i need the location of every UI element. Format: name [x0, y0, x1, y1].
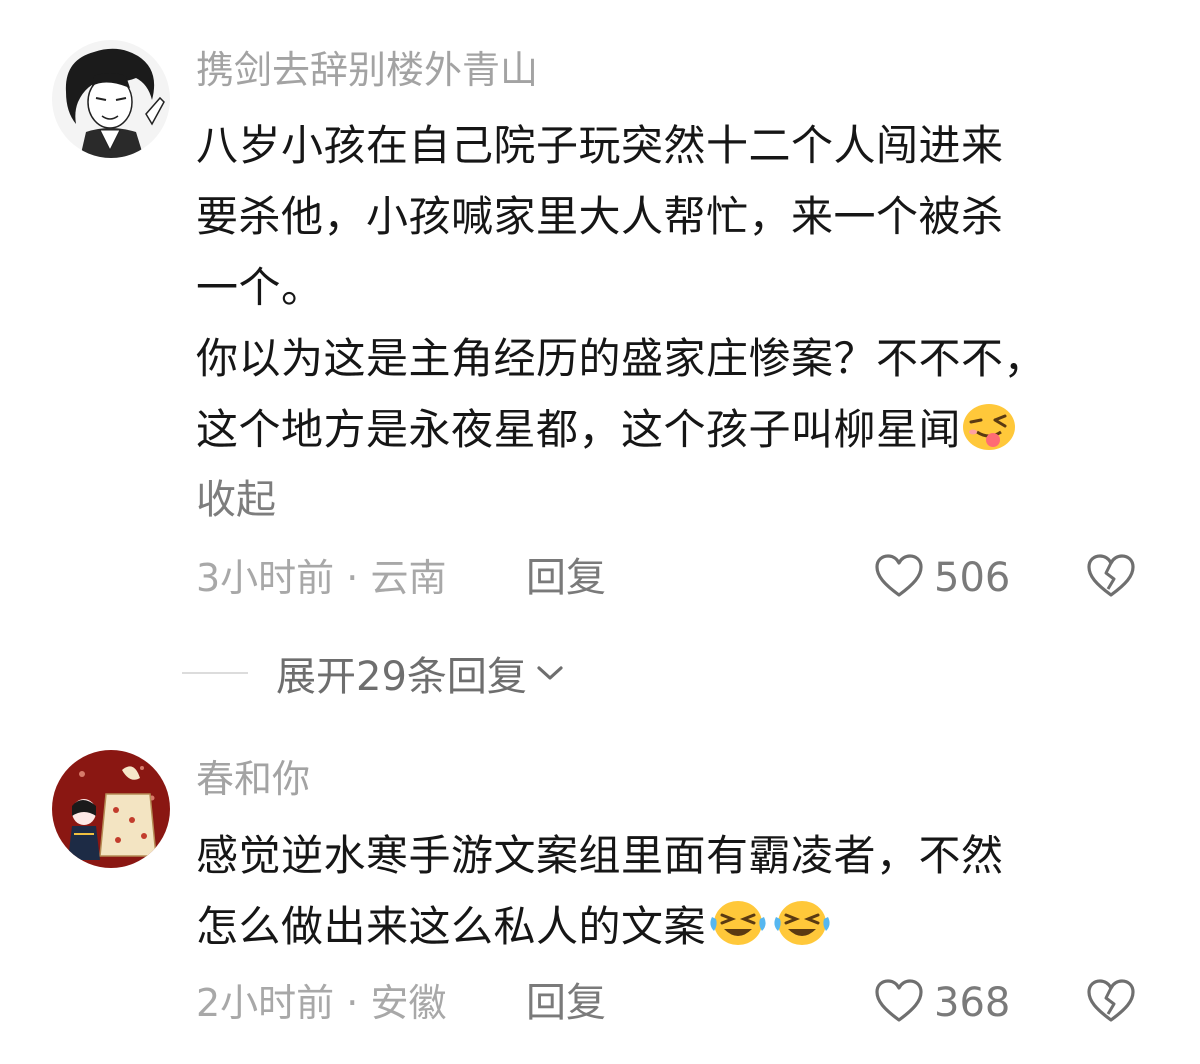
avatar[interactable]	[52, 750, 170, 868]
reply-button[interactable]: 回复	[526, 983, 606, 1023]
laughing-crying-emoji	[706, 895, 770, 970]
expand-replies-button[interactable]: 展开29条回复	[276, 644, 565, 702]
comment-meta: 3小时前 · 云南	[196, 559, 446, 597]
like-count: 506	[934, 555, 1011, 601]
comment-body-line: 你以为这是主角经历的盛家庄惨案？不不不，	[196, 334, 1047, 383]
heart-outline-icon	[874, 553, 924, 603]
dislike-button[interactable]	[1084, 978, 1138, 1028]
comment-body: 感觉逆水寒手游文案组里面有霸凌者，不然 怎么做出来这么私人的文案	[196, 820, 1166, 970]
broken-heart-outline-icon	[1086, 553, 1136, 603]
reply-button[interactable]: 回复	[526, 558, 606, 598]
comment-body-text: 这个地方是永夜星都，这个孩子叫柳星闻	[196, 405, 962, 454]
comment-meta: 2小时前 · 安徽	[196, 984, 446, 1022]
comment-username[interactable]: 春和你	[196, 760, 310, 798]
like-count: 368	[934, 980, 1011, 1026]
laughing-crying-emoji	[770, 895, 834, 970]
comment-body-line: 要杀他，小孩喊家里大人帮忙，来一个被杀	[196, 192, 1004, 241]
comment-body-line: 感觉逆水寒手游文案组里面有霸凌者，不然	[196, 831, 1004, 880]
broken-heart-outline-icon	[1086, 978, 1136, 1028]
comment-body-line: 一个。	[196, 263, 324, 312]
collapse-button[interactable]: 收起	[196, 480, 276, 520]
comment-location: 安徽	[370, 981, 447, 1025]
meta-separator: ·	[334, 556, 371, 600]
comment-body-line-last: 这个地方是永夜星都，这个孩子叫柳星闻	[196, 394, 1166, 473]
meta-separator: ·	[334, 981, 371, 1025]
comment-time: 2小时前	[196, 981, 335, 1025]
avatar[interactable]	[52, 40, 170, 158]
like-button[interactable]: 368	[874, 978, 1010, 1028]
comment-username[interactable]: 携剑去辞别楼外青山	[196, 51, 538, 89]
divider	[182, 672, 248, 674]
comment-body-text: 怎么做出来这么私人的文案	[196, 902, 707, 951]
comment-location: 云南	[370, 556, 447, 600]
expand-replies-label: 展开29条回复	[276, 654, 527, 700]
like-button[interactable]: 506	[874, 553, 1010, 603]
comment-body-line: 八岁小孩在自己院子玩突然十二个人闯进来	[196, 121, 1004, 170]
heart-outline-icon	[874, 978, 924, 1028]
dislike-button[interactable]	[1084, 553, 1138, 603]
chevron-down-icon	[535, 663, 565, 683]
comment-body: 八岁小孩在自己院子玩突然十二个人闯进来 要杀他，小孩喊家里大人帮忙，来一个被杀 …	[196, 110, 1166, 473]
comment-time: 3小时前	[196, 556, 335, 600]
winking-tongue-emoji	[961, 402, 1017, 473]
expand-replies-row: 展开29条回复	[182, 648, 565, 700]
comment-body-line-last: 怎么做出来这么私人的文案	[196, 891, 1166, 970]
